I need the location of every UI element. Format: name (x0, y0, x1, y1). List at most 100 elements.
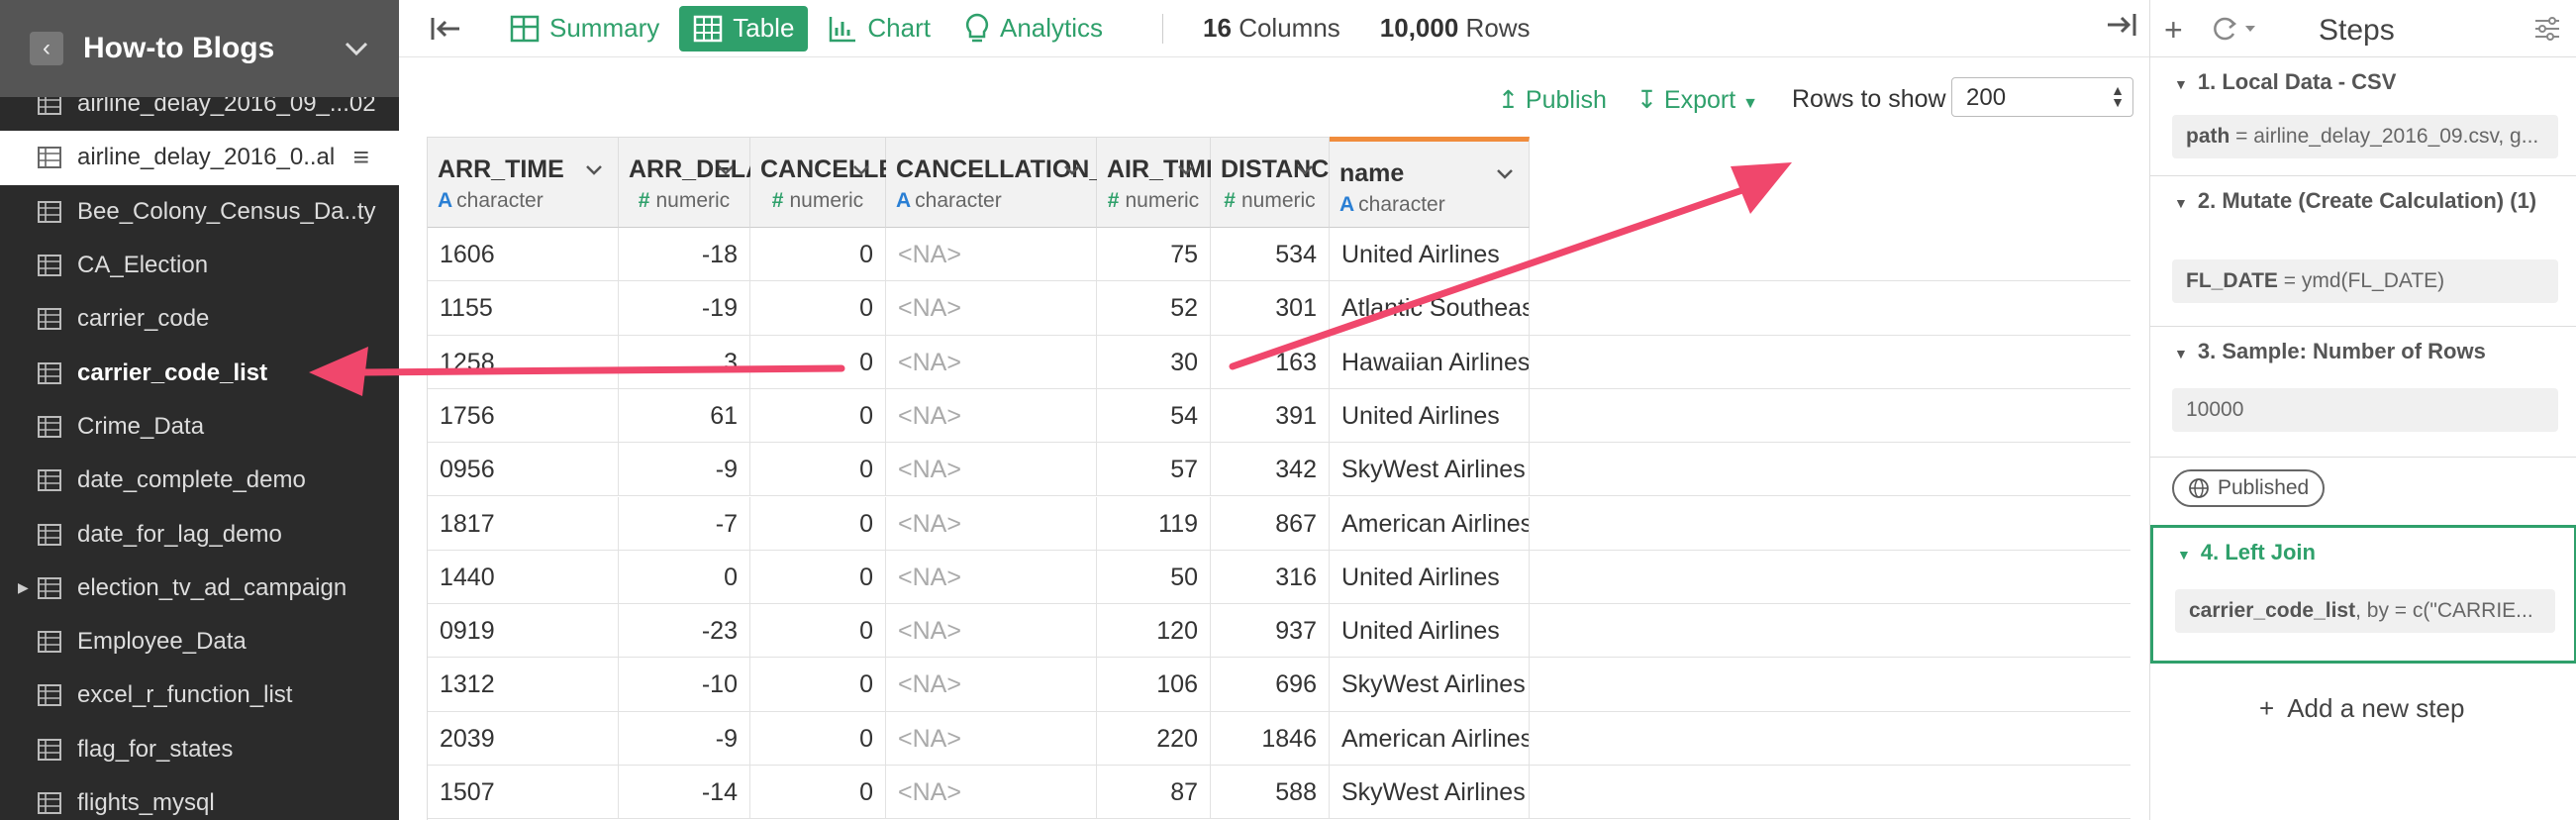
step-title-text: 3. Sample: Number of Rows (2197, 339, 2486, 363)
sidebar-item-label: CA_Election (77, 252, 209, 279)
column-type-label: character (915, 189, 1002, 212)
sidebar-item[interactable]: Employee_Data (0, 615, 399, 668)
tab-table-label: Table (733, 13, 795, 43)
table-cell: Atlantic Southeast Airlines (1330, 281, 1530, 336)
sidebar-item[interactable]: date_for_lag_demo (0, 507, 399, 561)
step-body-key: FL_DATE (2186, 269, 2278, 292)
sidebar-item[interactable]: Crime_Data (0, 400, 399, 454)
chevron-down-icon[interactable] (1062, 159, 1082, 179)
rows-to-show-select[interactable]: 200 ▲ ▼ (1951, 77, 2133, 117)
table-row: 2039 -9 0 <NA> 220 1846 American Airlines (428, 711, 2130, 766)
column-name: AIR_TIME (1107, 155, 1223, 183)
table-cell: <NA> (886, 335, 1097, 389)
sidebar-item-label: flights_mysql (77, 789, 215, 816)
table-cell: 87 (1097, 766, 1211, 820)
table-cell: 1155 (428, 281, 619, 336)
table-cell: -9 (619, 711, 750, 766)
table-cell: <NA> (886, 604, 1097, 659)
sidebar-item-label: date_for_lag_demo (77, 520, 282, 548)
table-cell: 75 (1097, 228, 1211, 282)
column-header[interactable]: ARR_TIME Acharacter (428, 137, 619, 228)
sidebar-item[interactable]: airline_delay_2016_0..al ≡ (0, 131, 399, 185)
step-title: ▼ 3. Sample: Number of Rows (2174, 339, 2486, 364)
sidebar-item[interactable]: flag_for_states (0, 723, 399, 776)
table-cell: 0 (750, 388, 886, 444)
column-header[interactable]: CANCELLED # numeric (750, 137, 913, 228)
table-icon (38, 415, 61, 438)
chevron-down-icon[interactable] (584, 159, 604, 179)
column-header[interactable]: AIR_TIME # numeric (1097, 137, 1223, 228)
tab-analytics[interactable]: Analytics (950, 6, 1117, 51)
table-cell: United Airlines (1330, 388, 1530, 444)
column-header[interactable]: DISTANCE # numeric (1211, 137, 1345, 228)
hamburger-menu-icon[interactable]: ≡ (353, 142, 369, 173)
chevron-down-icon[interactable] (342, 34, 371, 63)
tab-chart[interactable]: Chart (814, 6, 944, 51)
tab-analytics-label: Analytics (999, 13, 1104, 43)
tab-table[interactable]: Table (679, 5, 809, 51)
column-header[interactable]: ARR_DELAY # numeric (619, 137, 778, 228)
sidebar-item[interactable]: CA_Election (0, 239, 399, 292)
table-cell: 0 (750, 711, 886, 766)
step-local-data[interactable]: ▼ 1. Local Data - CSV path = airline_dela… (2150, 57, 2576, 176)
settings-sliders-icon[interactable] (2532, 14, 2562, 44)
stepper-icon: ▲ ▼ (2111, 82, 2125, 110)
steps-title: Steps (2319, 14, 2395, 47)
columns-count-value: 16 (1203, 13, 1232, 43)
table-icon (38, 684, 61, 707)
sidebar-item[interactable]: ▶ election_tv_ad_campaign (0, 562, 399, 615)
step-mutate[interactable]: ▼ 2. Mutate (Create Calculation) (1) FL_D… (2150, 176, 2576, 327)
step-sample[interactable]: ▼ 3. Sample: Number of Rows 10000 (2150, 327, 2576, 458)
table-cell: 220 (1097, 711, 1211, 766)
step-body-text: = ymd(FL_DATE) (2277, 269, 2445, 292)
refresh-icon[interactable] (2210, 14, 2259, 44)
triangle-down-icon: ▼ (2174, 195, 2188, 211)
chevron-down-icon[interactable] (1295, 159, 1315, 179)
sidebar-item[interactable]: date_complete_demo (0, 454, 399, 507)
sidebar-item[interactable]: carrier_code_list (0, 346, 399, 399)
column-type: Acharacter (1339, 193, 1445, 217)
table-cell: <NA> (886, 658, 1097, 712)
chevron-down-icon[interactable] (1176, 159, 1196, 179)
column-type: # numeric (639, 189, 730, 213)
table-cell: 696 (1211, 658, 1330, 712)
back-button[interactable]: ‹ (30, 32, 63, 65)
table-icon (38, 308, 61, 331)
rows-to-show-label: Rows to show (1792, 85, 1946, 113)
table-cell: -10 (619, 658, 750, 712)
publish-button[interactable]: ↥ Publish (1498, 85, 1607, 115)
chevron-down-icon[interactable] (1495, 163, 1515, 183)
add-step-button[interactable]: + Add a new step (2259, 693, 2464, 724)
table-cell: Hawaiian Airlines (1330, 335, 1530, 389)
published-badge[interactable]: Published (2172, 469, 2326, 507)
column-name: name (1339, 159, 1405, 187)
column-header[interactable]: name Acharacter (1330, 137, 1530, 228)
chevron-down-icon[interactable] (716, 159, 736, 179)
step-body: path = airline_delay_2016_09.csv, g... (2172, 115, 2558, 158)
sidebar-item[interactable]: carrier_code (0, 292, 399, 346)
table-icon (38, 738, 61, 761)
triangle-down-icon: ▼ (2174, 346, 2188, 361)
tab-summary[interactable]: Summary (496, 6, 673, 51)
table-row: 1312 -10 0 <NA> 106 696 SkyWest Airlines (428, 658, 2130, 712)
sidebar-item[interactable]: excel_r_function_list (0, 668, 399, 722)
sidebar-item-label: flag_for_states (77, 735, 234, 763)
chevron-down-icon[interactable] (851, 159, 871, 179)
step-body-key: path (2186, 125, 2230, 148)
sidebar: airline_delay_2016_09_...02 airline_delay… (0, 0, 399, 820)
collapse-left-icon[interactable] (427, 14, 466, 44)
table-cell: 588 (1211, 766, 1330, 820)
table-row: 1606 -18 0 <NA> 75 534 United Airlines (428, 228, 2130, 282)
step-left-join[interactable]: ▼ 4. Left Join carrier_code_list, by = c(… (2150, 525, 2576, 664)
export-button[interactable]: ↧ Export ▼ (1636, 85, 1758, 115)
sidebar-item[interactable]: flights_mysql (0, 776, 399, 820)
expand-triangle-icon[interactable]: ▶ (18, 579, 29, 596)
table-icon (694, 15, 723, 42)
table-row: 1440 0 0 <NA> 50 316 United Airlines (428, 550, 2130, 605)
table-cell: 342 (1211, 443, 1330, 497)
sidebar-item[interactable]: Bee_Colony_Census_Da..ty (0, 185, 399, 239)
table-cell: <NA> (886, 766, 1097, 820)
collapse-right-icon[interactable] (2104, 10, 2137, 40)
plus-icon[interactable]: + (2164, 12, 2183, 49)
column-header[interactable]: CANCELLATION_CODE Acharacter (886, 137, 1174, 228)
